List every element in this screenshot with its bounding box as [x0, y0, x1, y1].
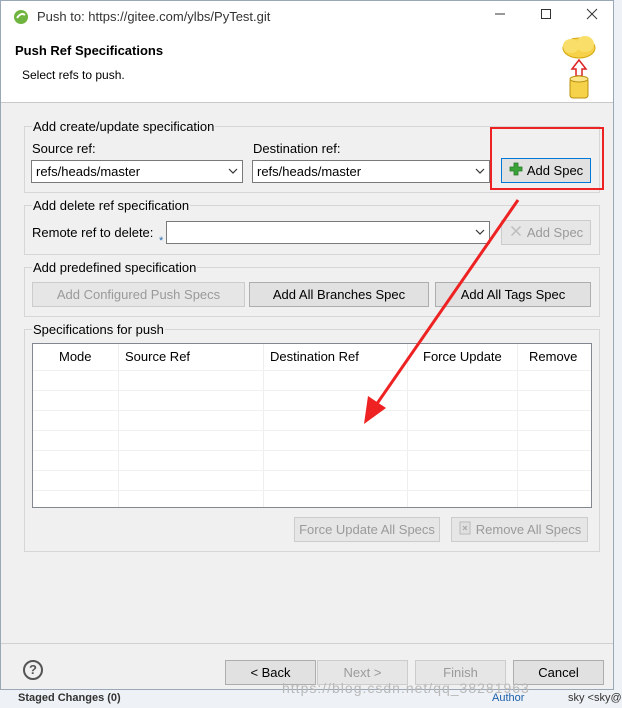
- watermark-text: https://blog.csdn.net/qq_38281963: [282, 680, 530, 696]
- annotation-arrow: [364, 199, 520, 424]
